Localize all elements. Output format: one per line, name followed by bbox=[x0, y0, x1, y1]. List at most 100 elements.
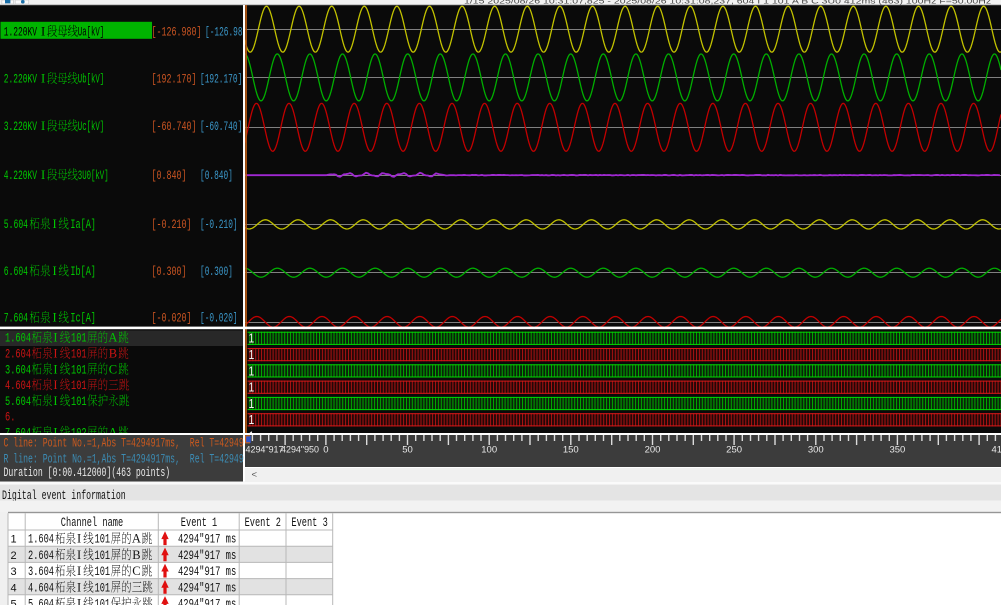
svg-text:7.604: 7.604 bbox=[4, 312, 29, 326]
svg-text:3.220KV: 3.220KV bbox=[4, 120, 38, 135]
svg-text:[-126.980]: [-126.980] bbox=[152, 26, 202, 40]
svg-text:Ic[A]: Ic[A] bbox=[70, 312, 96, 326]
svg-text:[-0.020]: [-0.020] bbox=[200, 312, 238, 327]
svg-text:250: 250 bbox=[726, 445, 742, 456]
svg-text:[-0.210]: [-0.210] bbox=[152, 218, 192, 232]
svg-text:Channel name: Channel name bbox=[61, 517, 123, 531]
svg-text:604: 604 bbox=[15, 380, 31, 394]
svg-text:4294"950: 4294"950 bbox=[281, 445, 319, 456]
svg-text:4294"917 ms: 4294"917 ms bbox=[178, 566, 236, 580]
svg-text:604: 604 bbox=[15, 332, 31, 346]
svg-text:4294"917 ms: 4294"917 ms bbox=[178, 598, 236, 605]
svg-text:I: I bbox=[41, 72, 45, 86]
svg-text:300: 300 bbox=[808, 445, 824, 456]
svg-text:1.220KV: 1.220KV bbox=[4, 26, 38, 41]
svg-text:[0.300]: [0.300] bbox=[152, 265, 187, 279]
svg-text:C line: Point No.=1,Abs T=4294: C line: Point No.=1,Abs T=4294917ms, Rel… bbox=[4, 437, 244, 451]
svg-text:[-0.020]: [-0.020] bbox=[152, 312, 192, 326]
svg-text:101: 101 bbox=[71, 348, 87, 362]
svg-text:2.604: 2.604 bbox=[28, 549, 54, 563]
svg-text:1: 1 bbox=[249, 332, 255, 346]
svg-text:[-60.740]: [-60.740] bbox=[200, 120, 242, 135]
svg-text:101: 101 bbox=[95, 549, 111, 563]
svg-text:604: 604 bbox=[15, 348, 31, 362]
svg-text:4294"917: 4294"917 bbox=[246, 445, 284, 456]
svg-text:[0.840]: [0.840] bbox=[152, 169, 187, 183]
svg-text:1: 1 bbox=[249, 413, 255, 427]
svg-text:[-0.210]: [-0.210] bbox=[200, 218, 238, 233]
svg-text:101: 101 bbox=[71, 332, 87, 346]
svg-text:I: I bbox=[77, 580, 81, 594]
svg-text:2: 2 bbox=[10, 550, 16, 562]
svg-text:101: 101 bbox=[95, 533, 111, 547]
svg-text:2.220KV: 2.220KV bbox=[4, 73, 38, 88]
svg-text:3U0[kV]: 3U0[kV] bbox=[78, 169, 109, 184]
svg-text:1.604: 1.604 bbox=[28, 533, 54, 547]
svg-text:50: 50 bbox=[402, 445, 413, 456]
svg-text:Ua[kV]: Ua[kV] bbox=[78, 26, 104, 41]
svg-text:Event 1: Event 1 bbox=[181, 517, 217, 531]
svg-text:2.: 2. bbox=[5, 348, 15, 362]
svg-text:Duration [0:00.412000](463 poi: Duration [0:00.412000](463 points) bbox=[4, 466, 171, 480]
svg-text:I: I bbox=[77, 532, 81, 546]
svg-text:R line: Point No.=1,Abs T=4294: R line: Point No.=1,Abs T=4294917ms, Rel… bbox=[4, 453, 244, 467]
svg-text:101: 101 bbox=[71, 364, 87, 378]
svg-text:101: 101 bbox=[71, 395, 87, 409]
svg-text:A: A bbox=[108, 331, 117, 345]
svg-text:Event 3: Event 3 bbox=[291, 517, 327, 531]
svg-text:1: 1 bbox=[249, 348, 255, 362]
svg-text:1/15 2025/08/26 10:31:07,825 -: 1/15 2025/08/26 10:31:07,825 - 2025/08/2… bbox=[464, 0, 992, 5]
svg-text:Ib[A]: Ib[A] bbox=[70, 265, 96, 279]
svg-text:I: I bbox=[41, 119, 45, 133]
svg-text:Event 2: Event 2 bbox=[245, 517, 281, 531]
svg-text:<: < bbox=[252, 470, 258, 481]
svg-text:101: 101 bbox=[95, 566, 111, 580]
svg-text:[192.170]: [192.170] bbox=[152, 73, 197, 87]
svg-text:101: 101 bbox=[71, 380, 87, 394]
svg-text:604: 604 bbox=[15, 364, 31, 378]
svg-text:3.: 3. bbox=[5, 364, 15, 378]
svg-text:C: C bbox=[132, 564, 140, 578]
svg-text:413: 413 bbox=[992, 445, 1001, 456]
svg-text:Ia[A]: Ia[A] bbox=[70, 218, 96, 232]
svg-text:1: 1 bbox=[249, 397, 255, 411]
svg-text:I: I bbox=[53, 378, 57, 392]
svg-text:B: B bbox=[132, 548, 140, 562]
svg-text:I: I bbox=[53, 394, 57, 408]
svg-text:4294"917 ms: 4294"917 ms bbox=[178, 533, 236, 547]
svg-text:I: I bbox=[53, 362, 57, 376]
svg-text:I: I bbox=[77, 597, 81, 605]
svg-text:101: 101 bbox=[95, 582, 111, 596]
svg-text:4: 4 bbox=[10, 582, 16, 594]
svg-text:I: I bbox=[53, 264, 57, 278]
svg-text:5: 5 bbox=[10, 599, 16, 605]
svg-text:200: 200 bbox=[645, 445, 661, 456]
svg-text:101: 101 bbox=[95, 598, 111, 605]
svg-text:3.604: 3.604 bbox=[28, 566, 54, 580]
svg-text:I: I bbox=[41, 24, 45, 38]
svg-text:I: I bbox=[77, 548, 81, 562]
svg-text:[192.170]: [192.170] bbox=[200, 73, 242, 88]
svg-text:I: I bbox=[53, 331, 57, 345]
svg-text:C: C bbox=[109, 362, 117, 376]
svg-text:0: 0 bbox=[323, 445, 328, 456]
svg-text:B: B bbox=[109, 347, 117, 361]
svg-text:150: 150 bbox=[563, 445, 579, 456]
svg-text:I: I bbox=[77, 564, 81, 578]
svg-text:350: 350 bbox=[889, 445, 905, 456]
svg-text:6.604: 6.604 bbox=[4, 265, 29, 279]
svg-text:I: I bbox=[53, 347, 57, 361]
svg-text:[0.300]: [0.300] bbox=[200, 265, 233, 280]
svg-text:4294"917 ms: 4294"917 ms bbox=[178, 582, 236, 596]
svg-text:Uc[kV]: Uc[kV] bbox=[78, 120, 104, 135]
svg-text:I: I bbox=[41, 168, 45, 182]
svg-text:Ub[kV]: Ub[kV] bbox=[78, 73, 104, 88]
svg-text:5.: 5. bbox=[5, 395, 15, 409]
svg-text:604: 604 bbox=[15, 395, 31, 409]
svg-text:4.: 4. bbox=[5, 380, 15, 394]
svg-text:5.604: 5.604 bbox=[4, 218, 29, 232]
svg-text:1: 1 bbox=[10, 534, 16, 546]
svg-text:1.: 1. bbox=[5, 332, 15, 346]
svg-text:A: A bbox=[132, 532, 141, 546]
svg-text:I: I bbox=[53, 217, 57, 231]
